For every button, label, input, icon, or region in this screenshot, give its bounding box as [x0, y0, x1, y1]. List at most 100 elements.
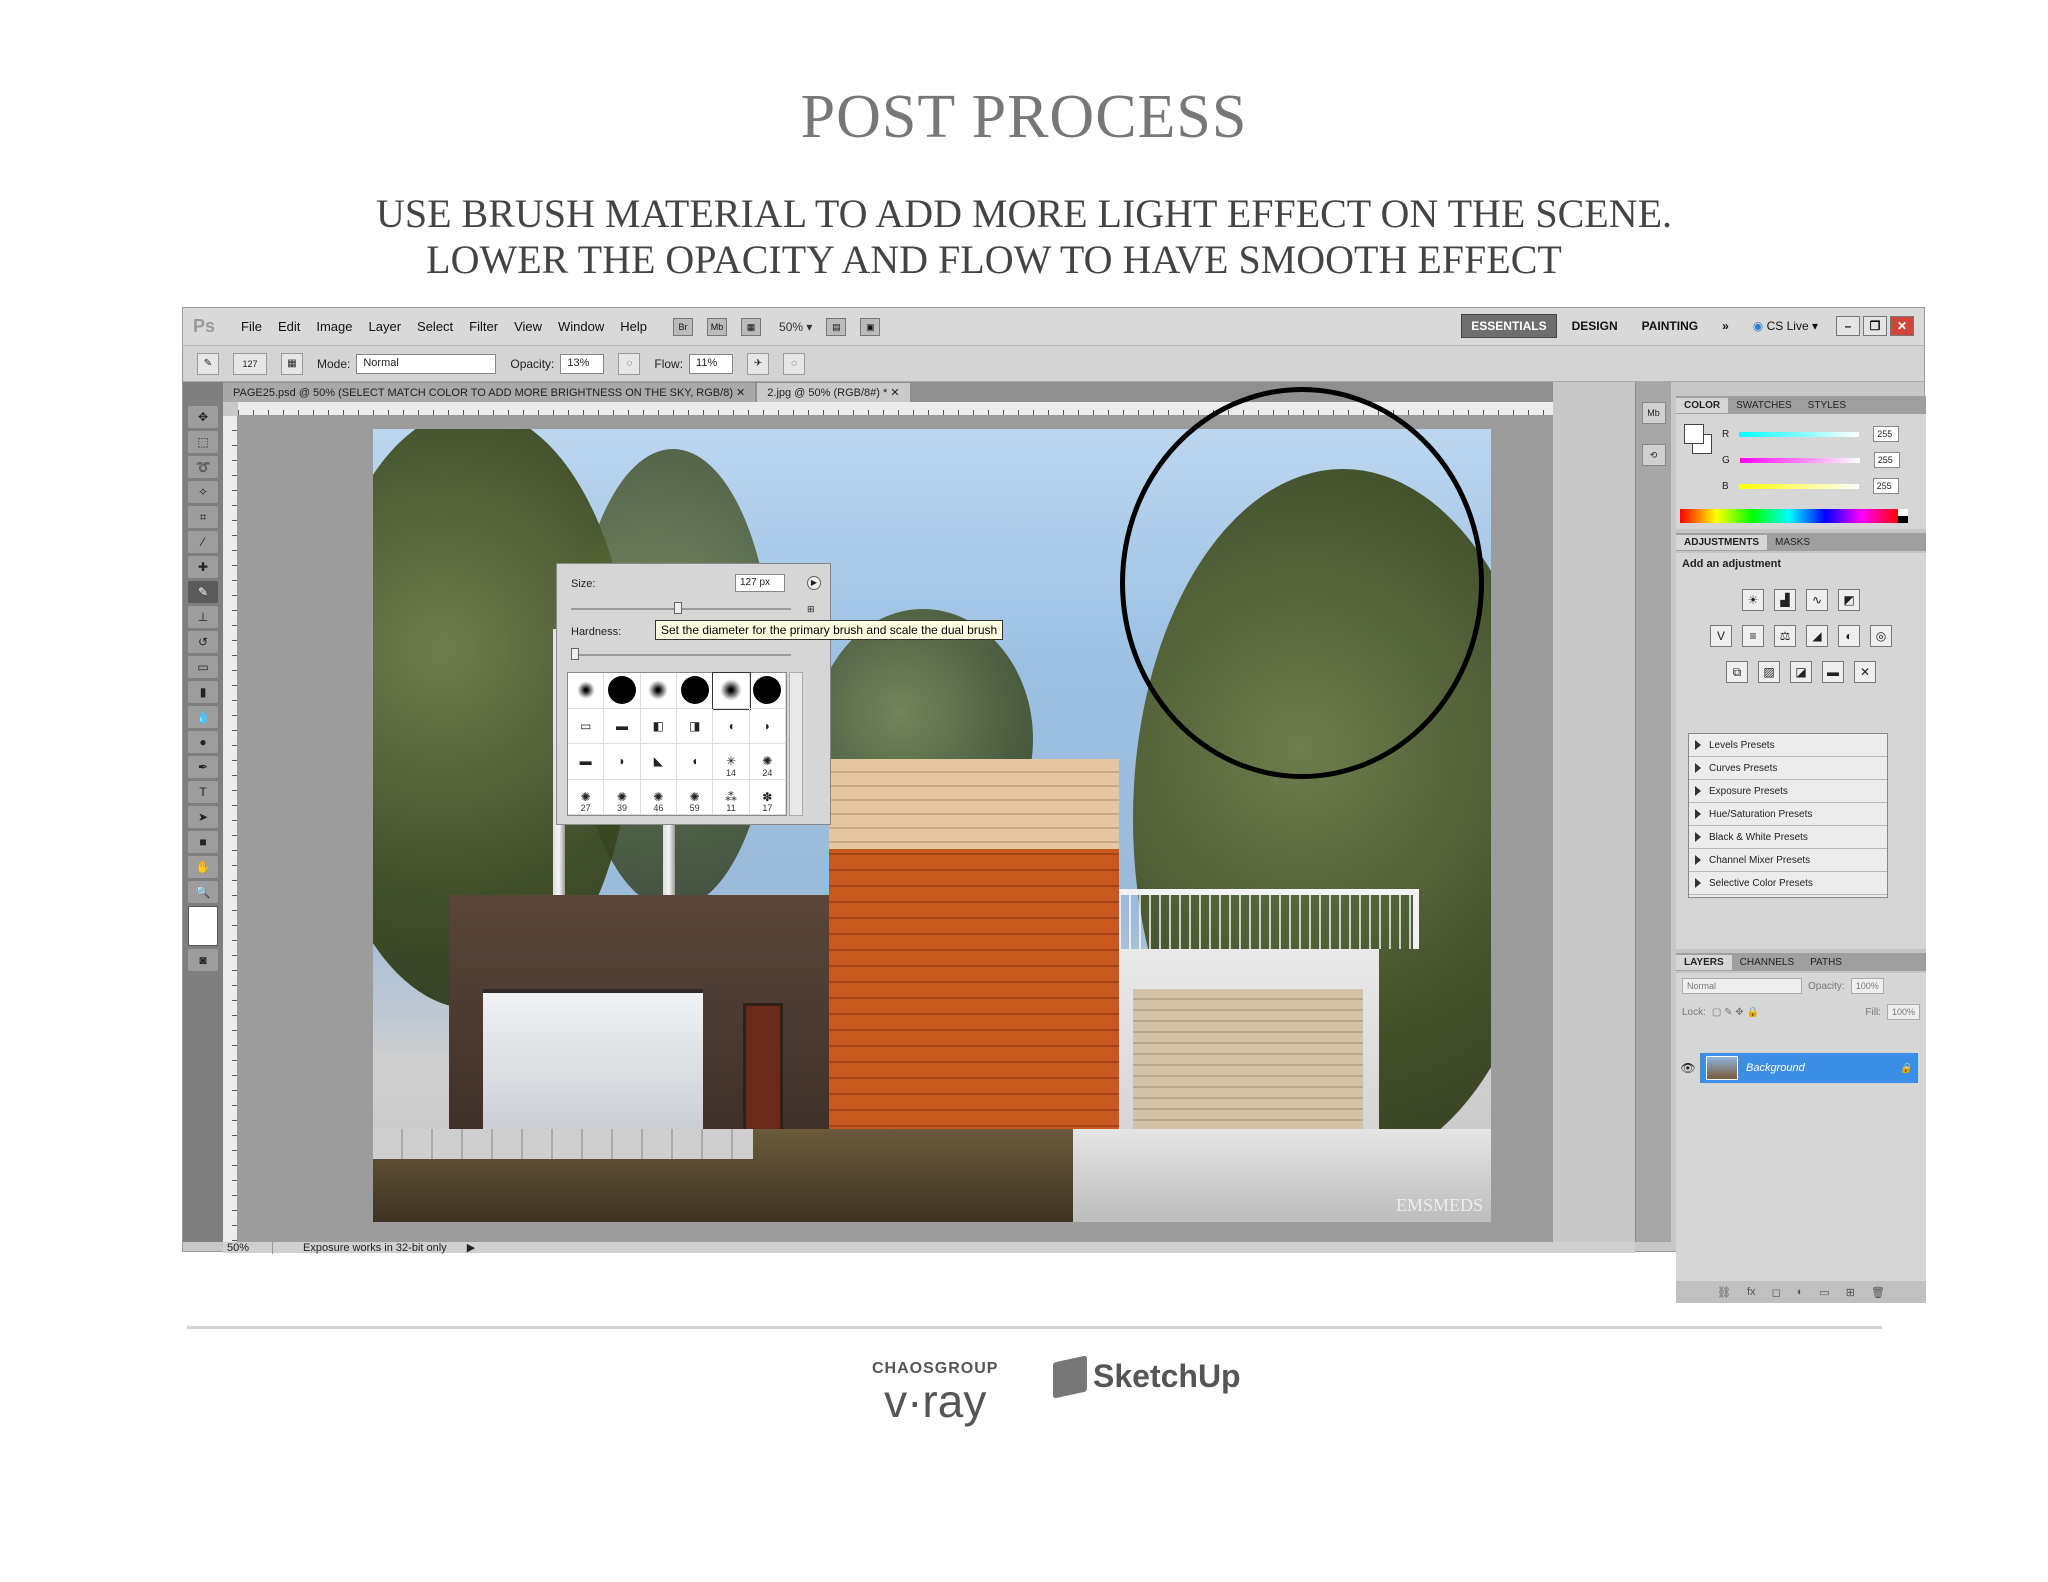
bridge-icon[interactable]: Br [673, 317, 694, 336]
zoom-dropdown[interactable]: 50% ▾ [779, 320, 812, 334]
pen-tool-icon[interactable]: ✒ [188, 756, 218, 778]
menu-window[interactable]: Window [558, 319, 604, 334]
eraser-tool-icon[interactable]: ▭ [188, 656, 218, 678]
tab-styles[interactable]: STYLES [1800, 398, 1854, 413]
color-balance-icon[interactable]: ⚖ [1774, 625, 1796, 647]
workspace-design[interactable]: DESIGN [1563, 315, 1627, 337]
status-arrow-icon[interactable]: ▶ [467, 1241, 475, 1254]
opacity-pressure-icon[interactable]: ◌ [618, 352, 641, 375]
blend-mode-select[interactable]: Normal [1682, 978, 1802, 994]
color-swatches-icon[interactable] [188, 906, 218, 946]
screen-mode-icon[interactable]: ▣ [860, 317, 881, 336]
view-extras-icon[interactable]: ▦ [741, 317, 762, 336]
doc-tab-page25[interactable]: PAGE25.psd @ 50% (SELECT MATCH COLOR TO … [223, 383, 756, 402]
new-adjustment-icon[interactable]: ◐ [1797, 1286, 1804, 1298]
preset-item[interactable]: Exposure Presets [1689, 780, 1887, 803]
brush-tip[interactable]: ✺ 59 [676, 779, 714, 815]
tab-color[interactable]: COLOR [1676, 397, 1729, 413]
new-layer-icon[interactable]: ⊞ [1846, 1286, 1855, 1299]
quick-mask-icon[interactable]: ◙ [188, 949, 218, 971]
menu-help[interactable]: Help [620, 319, 647, 334]
mini-bridge-icon[interactable]: Mb [707, 317, 728, 336]
menu-edit[interactable]: Edit [278, 319, 300, 334]
brush-tool-icon[interactable]: ✎ [188, 581, 218, 603]
opacity-field[interactable]: 13% [560, 353, 605, 374]
tab-swatches[interactable]: SWATCHES [1728, 398, 1800, 413]
add-mask-icon[interactable]: ◻ [1772, 1286, 1781, 1299]
brush-tip[interactable]: ✺ 27 [568, 779, 605, 815]
status-zoom[interactable]: 50% [223, 1241, 273, 1254]
channel-value[interactable]: 255 [1873, 426, 1900, 442]
menu-file[interactable]: File [241, 319, 262, 334]
channel-value[interactable]: 255 [1873, 452, 1900, 468]
workspace-painting[interactable]: PAINTING [1633, 315, 1707, 337]
new-preset-icon[interactable]: ⊞ [807, 604, 815, 615]
clone-stamp-tool-icon[interactable]: ⊥ [188, 606, 218, 628]
doc-tab-2jpg[interactable]: 2.jpg @ 50% (RGB/8#) * ✕ [757, 383, 910, 402]
picker-menu-icon[interactable]: ▶ [807, 576, 821, 590]
preset-item[interactable]: Curves Presets [1689, 757, 1887, 780]
channel-mixer-icon[interactable]: ◎ [1870, 625, 1892, 647]
brush-tip[interactable]: ◣ [640, 744, 677, 780]
hue-saturation-icon[interactable]: ≡ [1742, 625, 1764, 647]
brush-tip[interactable]: ◗ [604, 744, 641, 780]
workspace-essentials[interactable]: ESSENTIALS [1461, 314, 1557, 338]
tab-adjustments[interactable]: ADJUSTMENTS [1676, 534, 1768, 550]
hardness-slider-track[interactable] [571, 654, 791, 656]
foreground-color-swatch[interactable] [1684, 424, 1704, 444]
cs-live-button[interactable]: ◉ CS Live ▾ [1744, 315, 1827, 337]
eyedropper-tool-icon[interactable]: ⁄ [188, 531, 218, 553]
preset-item[interactable]: Hue/Saturation Presets [1689, 803, 1887, 826]
hand-tool-icon[interactable]: ✋ [188, 856, 218, 878]
selective-color-icon[interactable]: ✕ [1854, 661, 1876, 683]
delete-layer-icon[interactable]: 🗑 [1871, 1286, 1885, 1299]
quick-selection-tool-icon[interactable]: ✧ [188, 481, 218, 503]
brush-tip[interactable]: ◖ [676, 744, 714, 780]
brush-tip[interactable] [749, 673, 786, 709]
gradient-map-icon[interactable]: ▬ [1822, 661, 1844, 683]
brush-tip[interactable] [568, 673, 605, 709]
brush-tip[interactable]: ▭ [568, 708, 605, 744]
brush-tip[interactable]: ✺ 39 [604, 779, 641, 815]
size-value-field[interactable]: 127 px [735, 574, 785, 592]
brush-tip[interactable]: ▬ [568, 744, 605, 780]
more-workspaces-button[interactable]: » [1713, 315, 1738, 337]
blur-tool-icon[interactable]: 💧 [188, 706, 218, 728]
invert-icon[interactable]: ⧉ [1726, 661, 1748, 683]
brush-panel-toggle-icon[interactable]: ▦ [281, 352, 303, 375]
brush-tool-preset-icon[interactable]: ✎ [197, 352, 219, 375]
marquee-tool-icon[interactable]: ⬚ [188, 431, 218, 453]
hardness-slider-knob[interactable] [571, 648, 579, 660]
photo-filter-icon[interactable]: ◐ [1838, 625, 1860, 647]
type-tool-icon[interactable]: T [188, 781, 218, 803]
curves-icon[interactable]: ∿ [1806, 589, 1828, 611]
size-slider-knob[interactable] [674, 602, 683, 614]
black-white-ramp[interactable] [1898, 509, 1908, 523]
zoom-tool-icon[interactable]: 🔍 [188, 881, 218, 903]
posterize-icon[interactable]: ▨ [1758, 661, 1780, 683]
layer-selected[interactable]: Background 🔒 [1700, 1053, 1918, 1083]
healing-tool-icon[interactable]: ✚ [188, 556, 218, 578]
black-white-icon[interactable]: ◢ [1806, 625, 1828, 647]
link-layers-icon[interactable]: ⛓ [1717, 1286, 1731, 1299]
path-selection-tool-icon[interactable]: ➤ [188, 806, 218, 828]
history-brush-tool-icon[interactable]: ↺ [188, 631, 218, 653]
eye-icon[interactable]: 👁 [1676, 1061, 1700, 1075]
exposure-icon[interactable]: ◩ [1838, 589, 1860, 611]
channel-slider[interactable] [1738, 483, 1859, 489]
brush-tip[interactable]: ✳ 14 [713, 744, 750, 780]
tab-layers[interactable]: LAYERS [1676, 954, 1732, 970]
channel-slider[interactable] [1739, 457, 1860, 463]
brush-tip[interactable]: ◖ [713, 708, 750, 744]
move-tool-icon[interactable]: ✥ [188, 406, 218, 428]
crop-tool-icon[interactable]: ⌗ [188, 506, 218, 528]
close-tab-icon[interactable]: ✕ [890, 387, 899, 399]
brush-tip[interactable] [640, 673, 677, 709]
history-panel-icon[interactable]: ⟲ [1641, 444, 1666, 466]
threshold-icon[interactable]: ◪ [1790, 661, 1812, 683]
brush-tip[interactable] [676, 673, 714, 709]
color-spectrum[interactable] [1680, 509, 1898, 523]
brush-size-picker[interactable]: 127 [233, 352, 267, 375]
lasso-tool-icon[interactable]: ➰ [188, 456, 218, 478]
preset-item[interactable]: Channel Mixer Presets [1689, 849, 1887, 872]
